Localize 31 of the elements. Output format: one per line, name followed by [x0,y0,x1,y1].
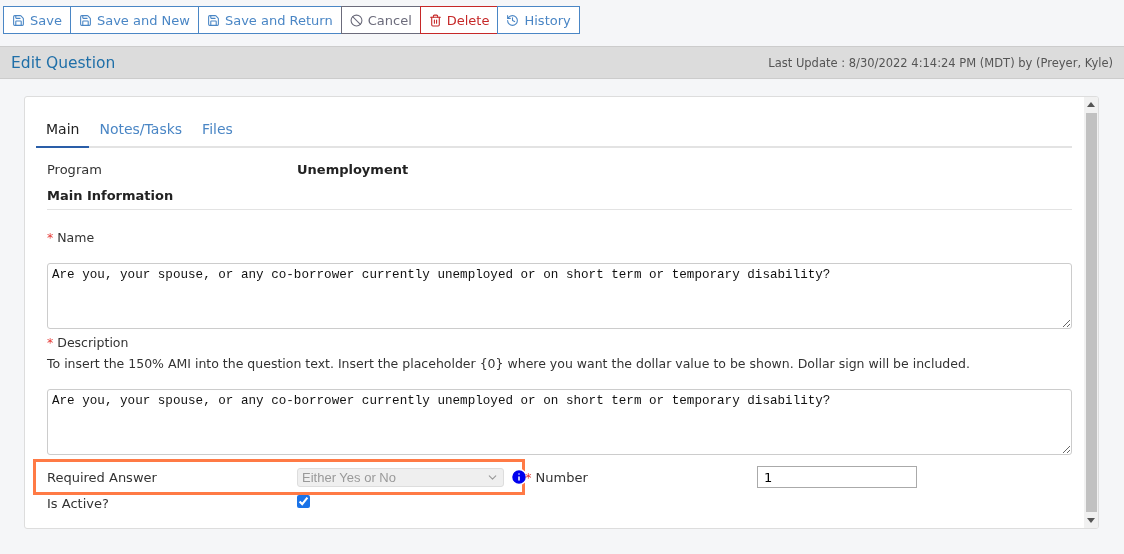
field-label: Name [57,230,95,245]
history-icon [506,13,520,27]
save-button[interactable]: Save and Return [197,6,342,34]
save-button[interactable]: Save [3,6,71,34]
delete-button[interactable]: Delete [419,6,499,34]
field-label: Program [47,161,103,177]
last-update-text: Last Update : 8/30/2022 4:14:24 PM (MDT) by (Preyer, Kyle) [768,55,1113,70]
scrollbar[interactable] [1084,97,1098,528]
required-mark: * [47,335,54,350]
field-label: Required Answer [47,469,158,485]
history-button[interactable]: History [497,6,580,34]
active-checkbox[interactable] [297,495,310,508]
field-label: Number [535,469,588,485]
page-title: Edit Question [11,53,116,72]
required-mark: * [47,230,54,245]
number-field[interactable]: 1 [757,466,917,488]
required-mark: * [525,469,532,485]
tab[interactable]: Files [192,111,243,148]
trash-icon [428,13,442,27]
field-label: Is Active? [47,495,110,511]
hint-text: To insert the 150% AMI into the question text. Insert the placeholder {0} where you want the dollar value to be shown. Dollar sign will be included. [47,356,971,371]
tab[interactable]: Notes/Tasks [89,111,193,148]
program-value: Unemployment [297,161,410,177]
description-field[interactable]: Are you, your spouse, or any co-borrower currently unemployed or on short term or temporary disability? [47,389,1072,455]
section-title: Main Information [47,188,174,203]
field-label: Description [57,335,129,350]
name-field[interactable]: Are you, your spouse, or any co-borrower currently unemployed or on short term or temporary disability? [47,263,1072,329]
cancel-icon [349,13,363,27]
tab[interactable]: Main [36,111,90,148]
cancel-button[interactable]: Cancel [340,6,421,34]
save-button[interactable]: Save and New [69,6,199,34]
